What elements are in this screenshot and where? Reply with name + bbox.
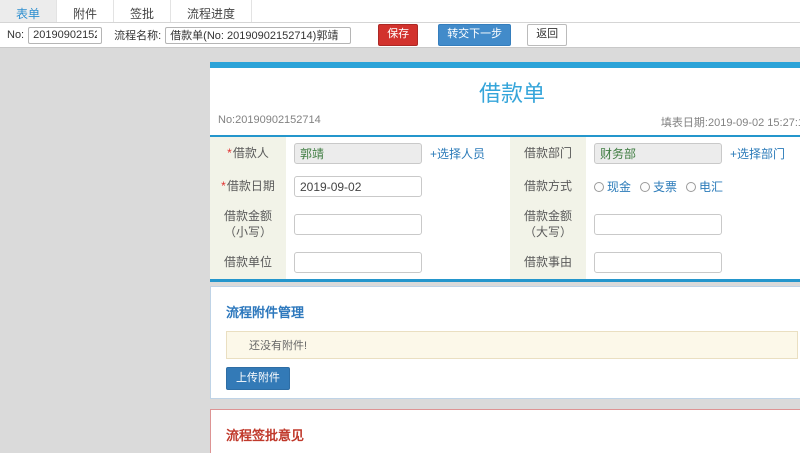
no-label: No: bbox=[7, 29, 25, 41]
save-button[interactable]: 保存 bbox=[378, 24, 419, 46]
no-attachment-alert: 还没有附件! bbox=[226, 331, 798, 360]
form-table: *借款人 +选择人员 借款部门 +选择部门 *借款日期 bbox=[210, 137, 800, 280]
fill-date: 填表日期:2019-09-02 15:27:1 bbox=[660, 117, 800, 129]
table-row: *借款人 +选择人员 借款部门 +选择部门 bbox=[210, 137, 800, 170]
department-label: 借款部门 bbox=[510, 137, 586, 170]
form-meta-row: No:20190902152714 填表日期:2019-09-02 15:27:… bbox=[210, 111, 800, 135]
forward-next-step-button[interactable]: 转交下一步 bbox=[438, 24, 512, 46]
loan-form-card: 借款单 No:20190902152714 填表日期:2019-09-02 15… bbox=[210, 68, 800, 283]
tab-attachment[interactable]: 附件 bbox=[57, 0, 115, 22]
approval-heading: 流程签批意见 bbox=[226, 428, 305, 444]
process-name-input[interactable] bbox=[165, 26, 352, 44]
loan-method-label: 借款方式 bbox=[510, 170, 586, 203]
radio-cash[interactable]: 现金 bbox=[594, 178, 631, 195]
form-title: 借款单 bbox=[478, 81, 545, 106]
loan-unit-label: 借款单位 bbox=[210, 246, 286, 280]
table-row: 借款金额（小写） 借款金额（大写） bbox=[210, 203, 800, 247]
approval-panel: 流程签批意见 B I abc bbox=[210, 409, 800, 453]
tab-form[interactable]: 表单 bbox=[0, 0, 58, 22]
back-button[interactable]: 返回 bbox=[527, 24, 568, 46]
department-input[interactable] bbox=[594, 143, 722, 164]
tab-progress[interactable]: 流程进度 bbox=[171, 0, 253, 22]
tab-approval[interactable]: 签批 bbox=[114, 0, 172, 22]
attachment-panel: 流程附件管理 还没有附件! 上传附件 bbox=[210, 286, 800, 400]
amount-lowercase-input[interactable] bbox=[294, 214, 422, 236]
upload-attachment-button[interactable]: 上传附件 bbox=[226, 367, 290, 391]
borrower-input[interactable] bbox=[294, 143, 422, 164]
loan-date-label: *借款日期 bbox=[210, 170, 286, 203]
loan-unit-input[interactable] bbox=[294, 252, 422, 274]
table-row: *借款日期 借款方式 现金 支票 bbox=[210, 170, 800, 203]
radio-icon bbox=[640, 181, 651, 192]
select-department-link[interactable]: +选择部门 bbox=[730, 147, 785, 161]
table-row: 借款单位 借款事由 bbox=[210, 246, 800, 280]
command-bar: No: 流程名称: 保存 转交下一步 返回 bbox=[0, 23, 800, 48]
loan-date-input[interactable] bbox=[294, 176, 422, 197]
amount-uppercase-label: 借款金额（大写） bbox=[510, 203, 586, 247]
required-mark: * bbox=[221, 178, 226, 193]
attachment-heading: 流程附件管理 bbox=[226, 305, 305, 321]
select-person-link[interactable]: +选择人员 bbox=[430, 147, 485, 161]
doc-number: No:20190902152714 bbox=[218, 114, 321, 126]
radio-cheque[interactable]: 支票 bbox=[640, 178, 677, 195]
no-input[interactable] bbox=[28, 26, 103, 44]
radio-wire[interactable]: 电汇 bbox=[686, 178, 723, 195]
required-mark: * bbox=[227, 145, 232, 160]
tab-bar: 表单 附件 签批 流程进度 bbox=[0, 0, 800, 23]
process-name-label: 流程名称: bbox=[114, 30, 162, 42]
divider-bottom bbox=[210, 279, 800, 283]
loan-method-options: 现金 支票 电汇 bbox=[594, 178, 800, 195]
borrower-label: *借款人 bbox=[210, 137, 286, 170]
amount-lowercase-label: 借款金额（小写） bbox=[210, 203, 286, 247]
radio-icon bbox=[686, 181, 697, 192]
amount-uppercase-input[interactable] bbox=[594, 214, 722, 236]
radio-icon bbox=[594, 181, 604, 192]
loan-reason-label: 借款事由 bbox=[510, 246, 586, 280]
loan-reason-input[interactable] bbox=[594, 252, 722, 274]
main-panel: 借款单 No:20190902152714 填表日期:2019-09-02 15… bbox=[210, 62, 800, 453]
